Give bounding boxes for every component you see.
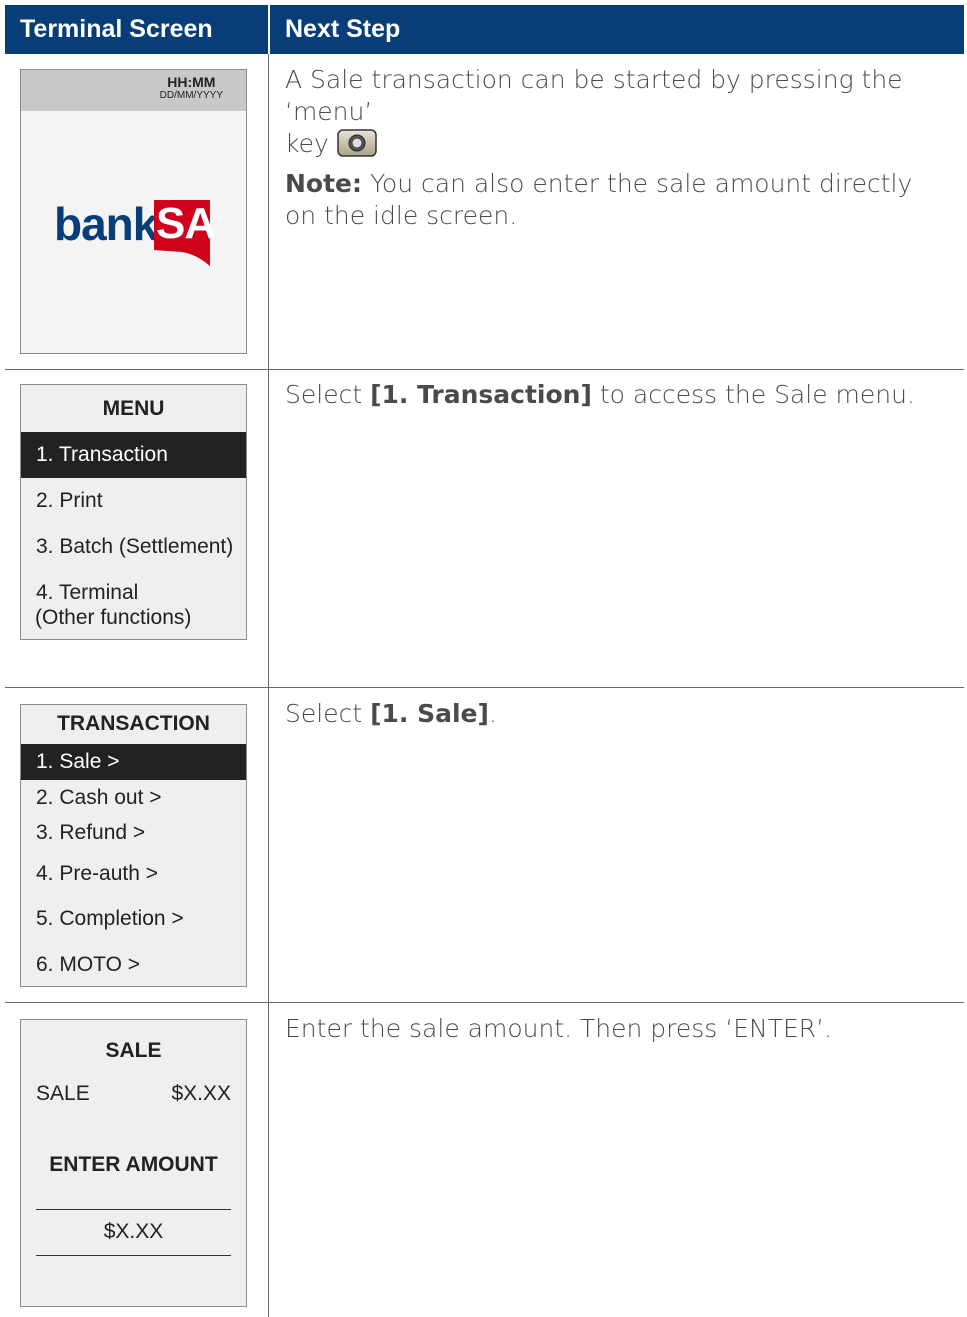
menu-item-terminal-label: 4. Terminal xyxy=(36,581,139,604)
screen-title: TRANSACTION xyxy=(57,712,210,735)
note: Note: You can also enter the sale amount… xyxy=(285,168,967,200)
sa-logo-text: SA xyxy=(156,199,216,248)
step-text: Enter the sale amount. Then press ‘ENTER… xyxy=(285,1014,833,1043)
step-option: [1. Sale] xyxy=(370,699,489,728)
amount-bottom-rule xyxy=(36,1255,231,1256)
step-prefix: Select xyxy=(285,699,363,728)
menu-item-print[interactable]: 2. Print xyxy=(21,478,246,524)
column-divider xyxy=(268,54,269,1317)
status-bar: HH:MM DD/MM/YYYY xyxy=(21,70,246,111)
menu-key-icon xyxy=(336,129,377,157)
step-line: key xyxy=(285,128,967,160)
step-option: [1. Transaction] xyxy=(370,380,592,409)
amount-input[interactable]: $X.XX xyxy=(21,1220,246,1244)
step-text: Select [1. Sale]. xyxy=(285,698,497,730)
menu-item-refund[interactable]: 3. Refund > xyxy=(21,816,246,850)
menu-item-cash-out[interactable]: 2. Cash out > xyxy=(21,781,246,815)
step-prefix: Select xyxy=(285,380,363,409)
menu-item-terminal[interactable]: 4. Terminal (Other functions) xyxy=(21,580,246,630)
step-line: A Sale transaction can be started by pre… xyxy=(285,65,903,126)
step-suffix: to access the Sale menu. xyxy=(599,380,915,409)
column-header-terminal-screen: Terminal Screen xyxy=(5,5,268,54)
menu-item-sale[interactable]: 1. Sale > xyxy=(21,744,246,780)
menu-item-pre-auth[interactable]: 4. Pre-auth > xyxy=(21,857,246,891)
amount-top-rule xyxy=(36,1209,231,1210)
sale-value: $X.XX xyxy=(171,1082,231,1105)
menu-item-batch[interactable]: 3. Batch (Settlement) xyxy=(21,524,246,570)
menu-item-transaction[interactable]: 1. Transaction xyxy=(21,432,246,478)
menu-item-terminal-sublabel: (Other functions) xyxy=(35,606,192,629)
note-text: You can also enter the sale amount direc… xyxy=(369,169,913,198)
date-display: DD/MM/YYYY xyxy=(159,90,223,101)
column-header-next-step: Next Step xyxy=(270,5,964,54)
step-key-word: key xyxy=(285,129,329,158)
menu-item-moto[interactable]: 6. MOTO > xyxy=(21,948,246,982)
note-text-cont: on the idle screen. xyxy=(285,201,518,230)
enter-amount-prompt: ENTER AMOUNT xyxy=(49,1153,218,1176)
row-divider xyxy=(5,369,964,370)
step-suffix: . xyxy=(488,699,497,728)
idle-terminal-screen: HH:MM DD/MM/YYYY bank SA xyxy=(20,69,247,354)
banksa-logo: bank SA xyxy=(54,198,216,268)
screen-title: SALE xyxy=(105,1039,162,1062)
screen-title: MENU xyxy=(102,397,165,420)
sale-terminal-screen: SALE SALE $X.XX ENTER AMOUNT $X.XX xyxy=(20,1019,247,1307)
time-display: HH:MM xyxy=(167,74,216,90)
menu-terminal-screen: MENU 1. Transaction 2. Print 3. Batch (S… xyxy=(20,384,247,640)
row-divider xyxy=(5,687,964,688)
row-divider xyxy=(5,1002,964,1003)
step-text: A Sale transaction can be started by pre… xyxy=(285,64,967,232)
bank-logo-text: bank xyxy=(54,198,158,250)
transaction-terminal-screen: TRANSACTION 1. Sale > 2. Cash out > 3. R… xyxy=(20,704,247,987)
menu-item-completion[interactable]: 5. Completion > xyxy=(21,902,246,936)
note-label: Note: xyxy=(285,169,363,198)
step-text: Select [1. Transaction] to access the Sa… xyxy=(285,379,915,411)
